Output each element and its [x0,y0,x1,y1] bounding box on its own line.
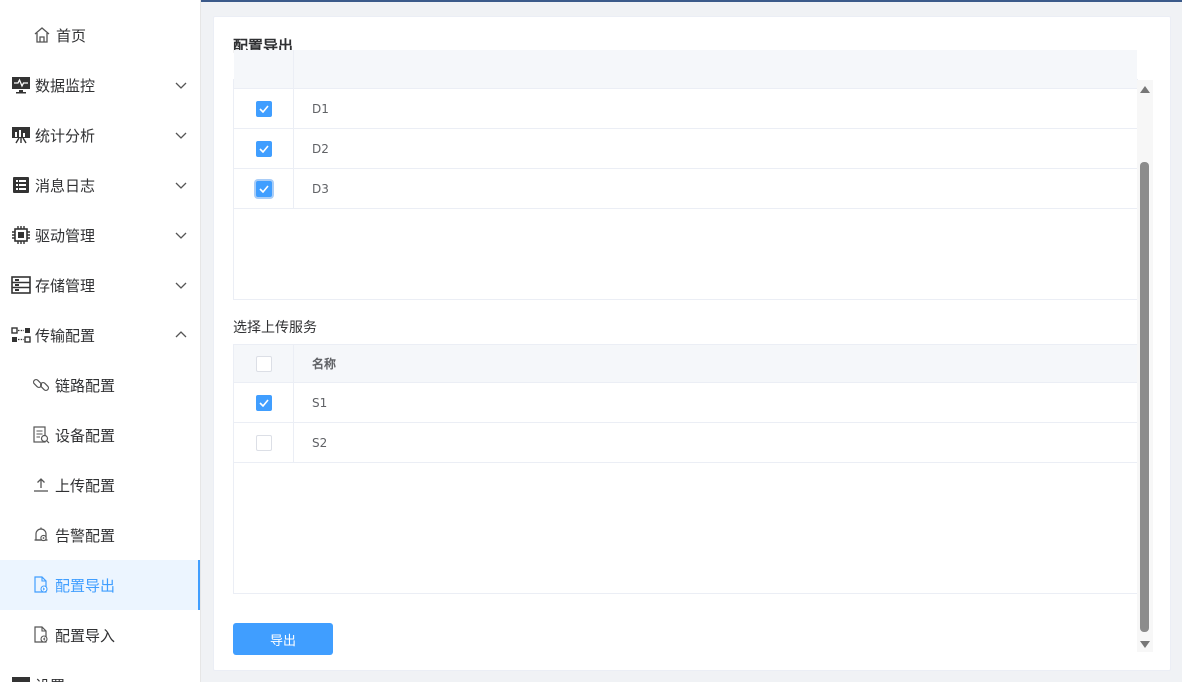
transfer-icon [11,325,31,345]
check-icon [258,144,269,153]
chevron-down-icon [175,182,187,189]
storage-icon [11,275,31,295]
sidebar: 首页 数据监控 统计分析 消息日志 驱动管理 存储管理 传输配置 链路配置 设备… [0,0,201,682]
sidebar-item-label: 统计分析 [35,126,96,145]
sidebar-item-label: 上传配置 [55,476,116,495]
device-name: D3 [312,181,329,196]
link-icon [31,375,51,395]
check-icon [258,184,269,193]
device-name: D2 [312,141,329,156]
table-row[interactable]: D2 [234,129,1137,169]
sidebar-item-label: 配置导出 [55,576,116,595]
table-header-row [234,50,1137,89]
sidebar-item-message-log[interactable]: 消息日志 [0,160,200,210]
sidebar-item-driver-mgmt[interactable]: 驱动管理 [0,210,200,260]
sidebar-item-upload-config[interactable]: 上传配置 [0,460,200,510]
row-checkbox[interactable] [255,100,272,117]
table-header-row: 名称 [234,345,1137,383]
table-row[interactable]: S2 [234,423,1137,463]
chevron-down-icon [175,82,187,89]
device-table: D1 D2 D3 [233,50,1138,300]
row-checkbox[interactable] [255,180,272,197]
scroll-down-arrow-icon[interactable] [1140,641,1150,648]
log-icon [11,175,31,195]
sidebar-item-label: 告警配置 [55,526,116,545]
scroll-thumb[interactable] [1140,162,1149,632]
home-icon [32,25,52,45]
sidebar-item-settings[interactable]: 设置 [0,660,200,682]
sidebar-item-label: 链路配置 [55,376,116,395]
sidebar-item-config-import[interactable]: 配置导入 [0,610,200,660]
sidebar-item-transfer-config[interactable]: 传输配置 [0,310,200,360]
device-icon [31,425,51,445]
scroll-up-arrow-icon[interactable] [1140,86,1150,93]
sidebar-item-device-config[interactable]: 设备配置 [0,410,200,460]
export-file-icon [31,575,51,595]
sidebar-item-label: 传输配置 [35,326,96,345]
table-row[interactable]: D1 [234,89,1137,129]
sidebar-item-home[interactable]: 首页 [0,10,200,60]
export-button[interactable]: 导出 [233,623,333,655]
service-section-label: 选择上传服务 [233,320,317,336]
sidebar-item-label: 存储管理 [35,276,96,295]
select-all-checkbox[interactable] [255,355,272,372]
check-icon [258,398,269,407]
sidebar-item-alarm-config[interactable]: 告警配置 [0,510,200,560]
device-name: D1 [312,101,329,116]
page-scrollbar[interactable] [1137,80,1153,652]
settings-icon [11,675,31,682]
alarm-icon [31,525,51,545]
import-file-icon [31,625,51,645]
check-icon [258,104,269,113]
sidebar-item-label: 首页 [56,26,87,45]
chevron-down-icon [175,232,187,239]
sidebar-item-label: 配置导入 [55,626,116,645]
row-checkbox[interactable] [255,434,272,451]
chart-icon [11,125,31,145]
chevron-down-icon [175,132,187,139]
table-row[interactable]: D3 [234,169,1137,209]
sidebar-item-label: 设备配置 [55,426,116,445]
config-export-panel: 配置导出 D1 D2 D3 选择上传服务 名称 S1 S2 导出 [213,16,1171,671]
service-table: 名称 S1 S2 [233,344,1138,594]
sidebar-item-statistics[interactable]: 统计分析 [0,110,200,160]
column-header-name: 名称 [312,357,337,371]
chevron-down-icon [175,282,187,289]
row-checkbox[interactable] [255,140,272,157]
service-name: S2 [312,435,328,450]
sidebar-item-storage-mgmt[interactable]: 存储管理 [0,260,200,310]
row-checkbox[interactable] [255,394,272,411]
upload-icon [31,475,51,495]
sidebar-item-link-config[interactable]: 链路配置 [0,360,200,410]
sidebar-item-label: 设置 [35,675,65,682]
sidebar-item-label: 数据监控 [35,76,96,95]
monitor-icon [11,75,31,95]
chevron-up-icon [175,331,187,338]
sidebar-item-label: 驱动管理 [35,226,96,245]
sidebar-item-config-export[interactable]: 配置导出 [0,560,200,610]
chip-icon [11,225,31,245]
sidebar-item-data-monitor[interactable]: 数据监控 [0,60,200,110]
service-name: S1 [312,395,328,410]
table-row[interactable]: S1 [234,383,1137,423]
sidebar-item-label: 消息日志 [35,176,96,195]
